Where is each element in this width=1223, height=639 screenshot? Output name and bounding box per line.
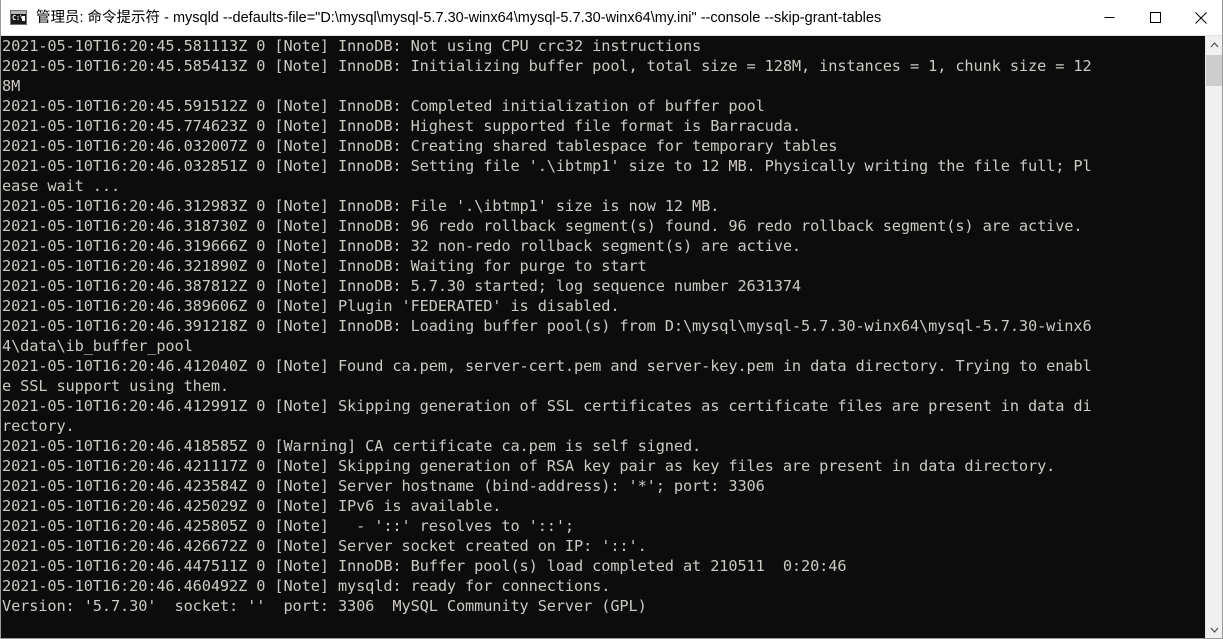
maximize-button[interactable] <box>1132 0 1178 35</box>
close-button[interactable] <box>1178 0 1222 35</box>
maximize-icon <box>1149 12 1161 23</box>
scrollbar-thumb[interactable] <box>1206 55 1222 86</box>
cmd-icon: C:\ <box>10 10 27 25</box>
scroll-up-arrow-icon[interactable] <box>1206 36 1222 53</box>
console-window: C:\ 管理员: 命令提示符 - mysqld --defaults-file=… <box>0 0 1223 639</box>
scrollbar-track[interactable] <box>1206 53 1222 621</box>
close-icon <box>1195 11 1207 24</box>
chevron-up-icon <box>1210 41 1218 47</box>
minimize-icon <box>1104 17 1114 18</box>
window-title: 管理员: 命令提示符 - mysqld --defaults-file="D:\… <box>36 9 882 26</box>
console-log-text: 2021-05-10T16:20:45.581113Z 0 [Note] Inn… <box>2 37 1092 615</box>
console-output-area[interactable]: 2021-05-10T16:20:45.581113Z 0 [Note] Inn… <box>1 36 1207 638</box>
cmd-icon-cursor <box>22 16 25 21</box>
title-bar[interactable]: C:\ 管理员: 命令提示符 - mysqld --defaults-file=… <box>1 0 1222 36</box>
minimize-button[interactable] <box>1086 0 1132 35</box>
vertical-scrollbar[interactable] <box>1205 36 1222 638</box>
chevron-down-icon <box>1210 627 1218 633</box>
scroll-down-arrow-icon[interactable] <box>1206 621 1222 638</box>
